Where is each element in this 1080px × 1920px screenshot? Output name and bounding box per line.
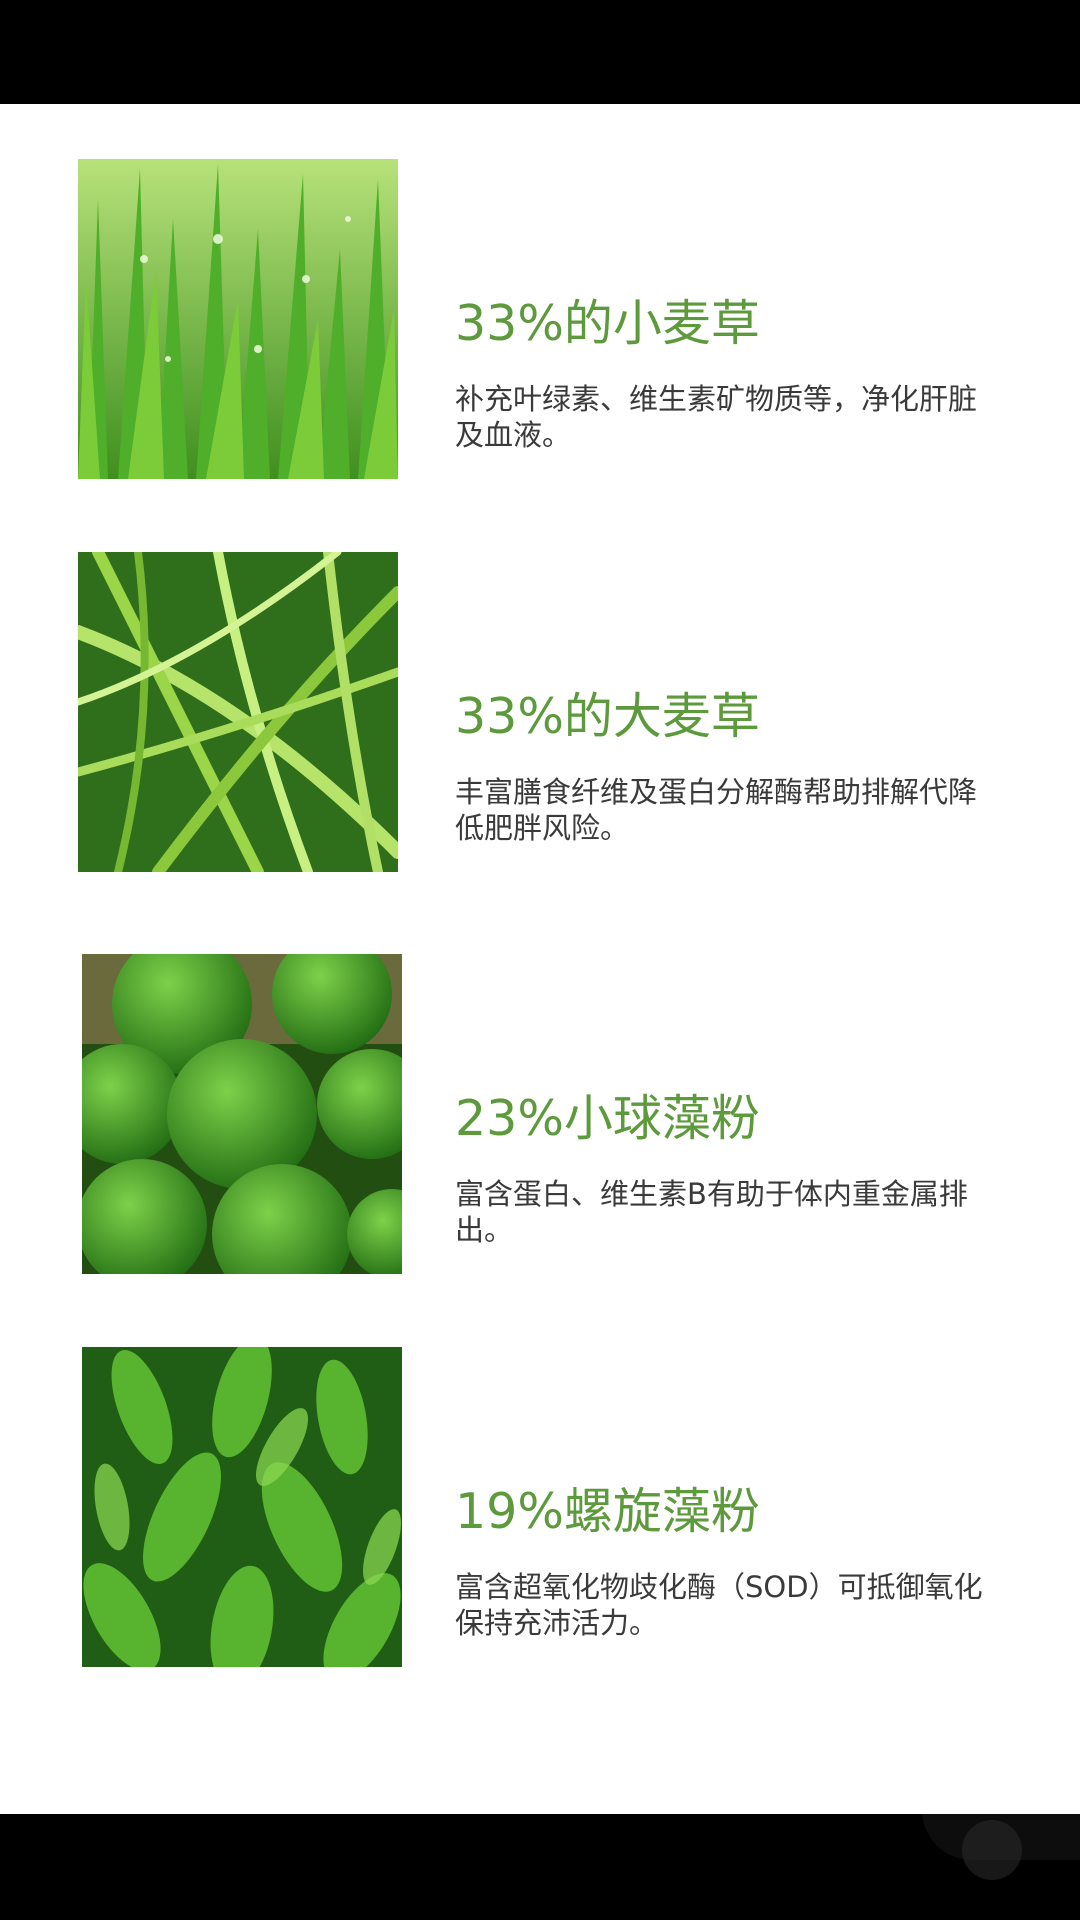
ingredient-title: 33%的小麦草 — [455, 295, 760, 352]
top-bar — [0, 0, 1080, 104]
ingredient-item-spirulina: 19%螺旋藻粉 富含超氧化物歧化酶（SOD）可抵御氧化保持充沛活力。 — [0, 1347, 1080, 1667]
ingredient-title: 33%的大麦草 — [455, 688, 760, 745]
ingredient-list: 33%的小麦草 补充叶绿素、维生素矿物质等，净化肝脏及血液。 33%的大麦草 丰… — [0, 104, 1080, 1814]
floating-button[interactable] — [922, 1760, 1080, 1880]
ingredient-item-barley-grass: 33%的大麦草 丰富膳食纤维及蛋白分解酶帮助排解代降低肥胖风险。 — [0, 552, 1080, 872]
ingredient-item-chlorella: 23%小球藻粉 富含蛋白、维生素B有助于体内重金属排出。 — [0, 954, 1080, 1274]
bottom-bar — [0, 1814, 1080, 1920]
barley-grass-image — [78, 552, 398, 872]
green-leaves-image — [82, 1347, 402, 1667]
moss-balls-image — [82, 954, 402, 1274]
ingredient-item-wheatgrass: 33%的小麦草 补充叶绿素、维生素矿物质等，净化肝脏及血液。 — [0, 159, 1080, 479]
ingredient-description: 补充叶绿素、维生素矿物质等，净化肝脏及血液。 — [455, 382, 978, 452]
ingredient-description: 丰富膳食纤维及蛋白分解酶帮助排解代降低肥胖风险。 — [455, 775, 978, 845]
ingredient-title: 23%小球藻粉 — [455, 1090, 760, 1147]
circle-icon — [962, 1820, 1022, 1880]
ingredient-description: 富含超氧化物歧化酶（SOD）可抵御氧化保持充沛活力。 — [455, 1570, 983, 1640]
ingredient-description: 富含蛋白、维生素B有助于体内重金属排出。 — [455, 1177, 968, 1247]
wheatgrass-image — [78, 159, 398, 479]
ingredient-title: 19%螺旋藻粉 — [455, 1483, 760, 1540]
